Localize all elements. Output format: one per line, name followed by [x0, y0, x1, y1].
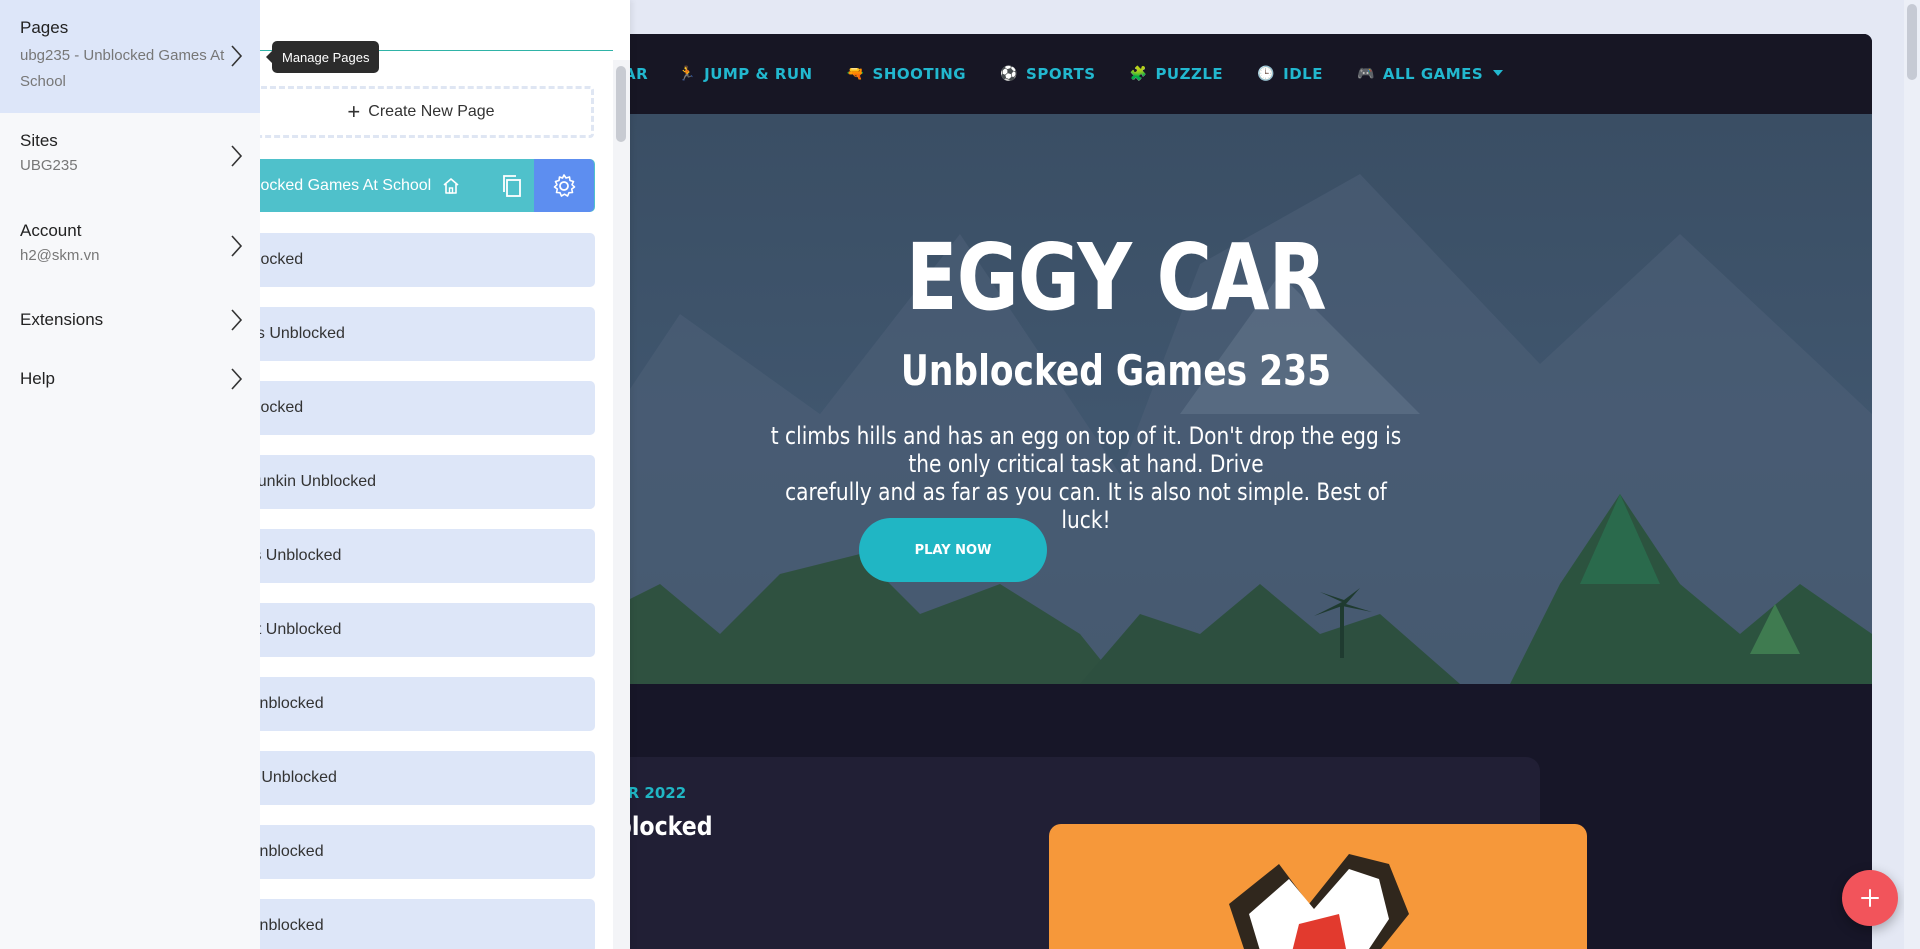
duplicate-page-button[interactable] — [488, 159, 534, 212]
menu-item-subtitle: ubg235 - Unblocked Games At School — [20, 47, 225, 90]
plus-icon — [1861, 889, 1879, 907]
chevron-right-icon — [231, 368, 243, 390]
gamepad-icon: 🎮 — [1356, 66, 1375, 82]
nav-item-jump-run[interactable]: 🏃 JUMP & RUN — [678, 65, 812, 83]
nav-item-label: PUZZLE — [1155, 65, 1224, 83]
menu-item-title: Help — [20, 369, 55, 388]
page-list-item[interactable]: rs Unblocked — [248, 529, 595, 583]
hero-section: EGGY CAR Unblocked Games 235 t climbs hi… — [560, 114, 1872, 684]
hero-description-line: carefully and as far as you can. It is a… — [785, 478, 1387, 534]
create-new-page-button[interactable]: + Create New Page — [248, 86, 594, 138]
page-settings-button[interactable] — [534, 159, 594, 212]
active-page-item[interactable]: blocked Games At School — [248, 159, 595, 212]
page-list-item[interactable]: Unblocked — [248, 899, 595, 949]
page-scrollbar[interactable] — [1904, 0, 1920, 949]
thumbnail-art — [1229, 854, 1409, 949]
play-now-button[interactable]: PLAY NOW — [859, 518, 1047, 582]
page-item-label: 2 Unblocked — [248, 769, 337, 786]
chevron-right-icon — [231, 45, 243, 67]
menu-item-title: Pages — [20, 18, 69, 37]
add-fab-button[interactable] — [1842, 870, 1898, 926]
active-page-label: blocked Games At School — [248, 176, 432, 194]
menu-item-title: Sites — [20, 131, 58, 150]
plus-icon: + — [347, 99, 361, 124]
nav-item-idle[interactable]: 🕒 IDLE — [1257, 65, 1323, 83]
hero-description: t climbs hills and has an egg on top of … — [560, 422, 1872, 534]
page-list-item[interactable]: Funkin Unblocked — [248, 455, 595, 509]
page-list-item[interactable]: et Unblocked — [248, 603, 595, 657]
page-list-item[interactable]: Unblocked — [248, 825, 595, 879]
page-list-item[interactable]: 2 Unblocked — [248, 751, 595, 805]
scrollbar-thumb[interactable] — [616, 66, 626, 142]
copy-icon — [503, 174, 521, 197]
scrollbar-thumb[interactable] — [1907, 4, 1917, 80]
chevron-right-icon — [231, 235, 243, 257]
mountain-landscape — [560, 174, 1872, 684]
nav-item-label: SHOOTING — [872, 65, 967, 83]
hero-description-line: t climbs hills and has an egg on top of … — [770, 422, 1402, 478]
menu-item-account[interactable]: Account h2@skm.vn — [0, 203, 260, 293]
menu-item-help[interactable]: Help — [0, 353, 260, 413]
left-menu: Pages ubg235 - Unblocked Games At School… — [0, 0, 260, 949]
hero-title: EGGY CAR — [906, 224, 1327, 331]
soccer-ball-icon: ⚽ — [1000, 66, 1019, 82]
site-preview: AR 🏃 JUMP & RUN 🔫 SHOOTING ⚽ SPORTS 🧩 PUZZLE… — [560, 34, 1872, 949]
nav-item-label: IDLE — [1283, 65, 1323, 83]
page-item-label: rs Unblocked — [248, 547, 342, 564]
running-icon: 🏃 — [678, 66, 697, 82]
nav-item-label: SPORTS — [1026, 65, 1096, 83]
nav-item-shooting[interactable]: 🔫 SHOOTING — [847, 65, 966, 83]
puzzle-icon: 🧩 — [1129, 66, 1148, 82]
page-item-label: Funkin Unblocked — [248, 473, 377, 490]
gear-icon — [553, 173, 576, 197]
nav-item-all-games[interactable]: 🎮 ALL GAMES — [1356, 65, 1504, 83]
hero-subtitle: Unblocked Games 235 — [900, 346, 1332, 395]
menu-item-extensions[interactable]: Extensions — [0, 293, 260, 353]
caret-down-icon — [1493, 70, 1504, 76]
menu-item-pages[interactable]: Pages ubg235 - Unblocked Games At School — [0, 0, 260, 113]
home-icon — [438, 176, 464, 196]
nav-item-label: JUMP & RUN — [704, 65, 813, 83]
page-list-item[interactable]: blocked — [248, 233, 595, 287]
page-list-item[interactable]: Unblocked — [248, 677, 595, 731]
menu-item-subtitle: h2@skm.vn — [20, 247, 100, 264]
nav-item-label: ALL GAMES — [1382, 65, 1484, 83]
nav-item-sports[interactable]: ⚽ SPORTS — [1000, 65, 1095, 83]
menu-item-sites[interactable]: Sites UBG235 — [0, 113, 260, 203]
pages-panel-scrollbar[interactable] — [613, 60, 630, 949]
content-section: AR 2022 blocked — [560, 684, 1872, 949]
post-title[interactable]: blocked — [616, 812, 713, 842]
page-list-item[interactable]: es Unblocked — [248, 307, 595, 361]
page-list-item[interactable]: blocked — [248, 381, 595, 435]
menu-item-title: Account — [20, 221, 82, 240]
nav-item-puzzle[interactable]: 🧩 PUZZLE — [1130, 65, 1224, 83]
chevron-right-icon — [231, 145, 243, 167]
game-thumbnail[interactable] — [1049, 824, 1587, 949]
page-item-label: et Unblocked — [248, 621, 342, 638]
gun-icon: 🔫 — [846, 66, 865, 82]
create-page-label: Create New Page — [368, 103, 495, 120]
page-item-label: es Unblocked — [248, 325, 345, 342]
menu-item-title: Extensions — [20, 310, 104, 329]
site-navbar: AR 🏃 JUMP & RUN 🔫 SHOOTING ⚽ SPORTS 🧩 PUZZLE… — [560, 34, 1872, 114]
clock-icon: 🕒 — [1257, 66, 1276, 82]
menu-item-subtitle: UBG235 — [20, 157, 78, 174]
manage-pages-tooltip: Manage Pages — [265, 41, 380, 73]
chevron-right-icon — [231, 309, 243, 331]
